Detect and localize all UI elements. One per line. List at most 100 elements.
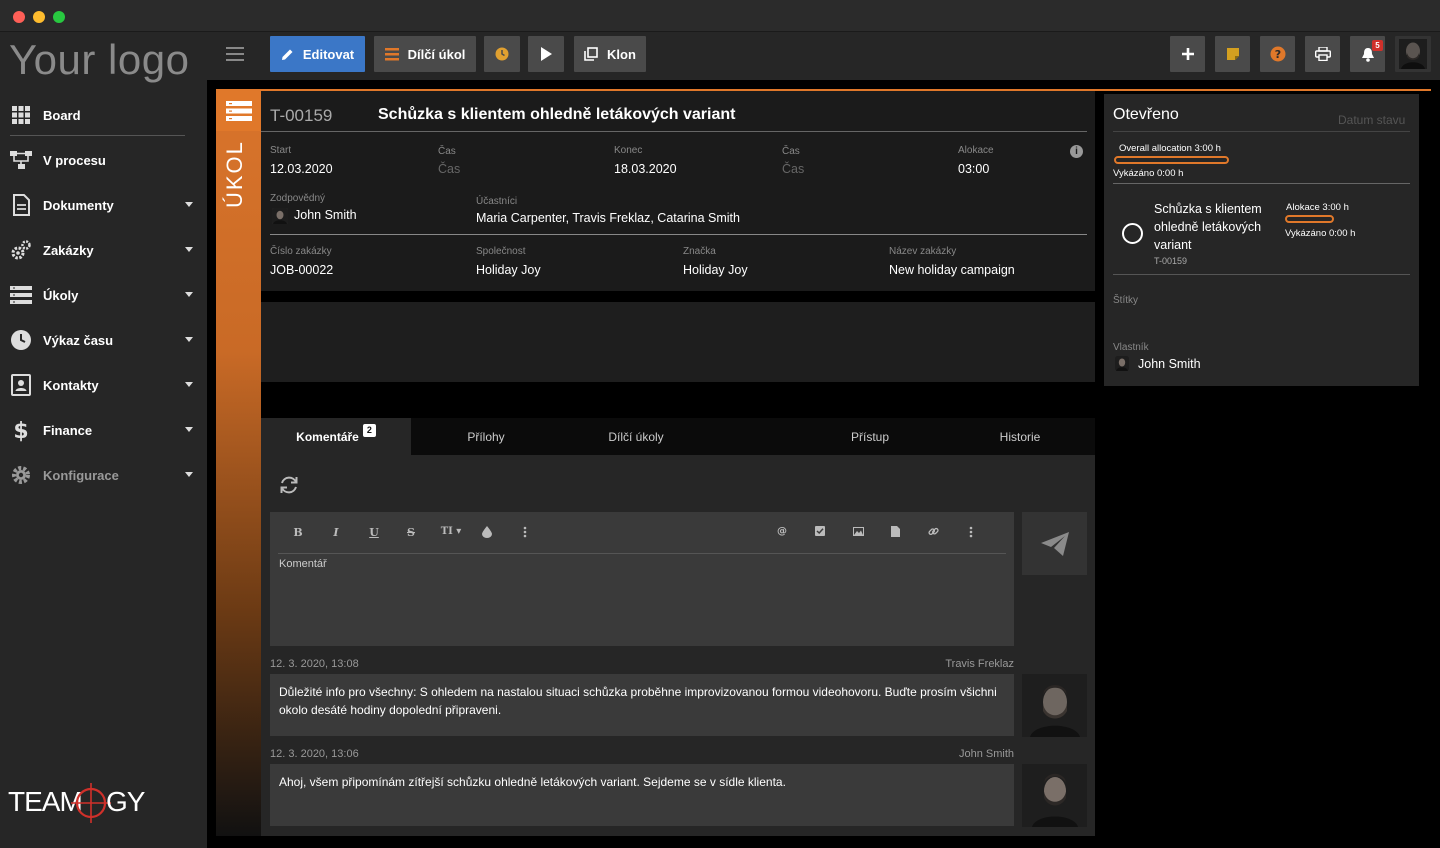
allocation-value[interactable]: 03:00 <box>958 162 989 176</box>
comment-input[interactable]: Komentář <box>279 558 327 570</box>
add-button[interactable] <box>1170 36 1205 72</box>
sidebar-item-tasks[interactable]: Úkoly <box>0 275 207 315</box>
printer-icon <box>1314 47 1331 61</box>
close-window-button[interactable] <box>13 11 25 23</box>
tab-history[interactable]: Historie <box>945 418 1095 455</box>
link-icon[interactable] <box>925 526 941 540</box>
info-icon[interactable]: i <box>1070 145 1083 158</box>
gear-icon <box>10 464 32 486</box>
participants-value[interactable]: Maria Carpenter, Travis Freklaz, Catarin… <box>476 211 740 225</box>
description-panel[interactable] <box>261 302 1095 382</box>
tab-comments-label: Komentáře <box>296 429 359 444</box>
comment-body: Důležité info pro všechny: S ohledem na … <box>270 674 1014 736</box>
window-titlebar <box>0 0 1440 32</box>
mention-icon[interactable]: @ <box>774 526 790 540</box>
brand-value[interactable]: Holiday Joy <box>683 263 748 277</box>
owner-label: Vlastník <box>1113 342 1149 353</box>
checkbox-icon[interactable] <box>812 526 828 540</box>
image-icon[interactable] <box>850 526 866 540</box>
sidebar-item-board[interactable]: Board <box>0 95 207 135</box>
bold-icon[interactable]: B <box>290 526 306 540</box>
refresh-icon[interactable] <box>278 474 300 496</box>
end-date[interactable]: 18.03.2020 <box>614 162 677 176</box>
italic-icon[interactable]: I <box>328 526 344 540</box>
sidebar-item-timesheet[interactable]: Výkaz času <box>0 320 207 360</box>
avatar <box>272 208 288 224</box>
comments-count-badge: 2 <box>362 424 376 437</box>
pencil-icon <box>281 49 293 60</box>
sidebar-item-label: Zakázky <box>43 242 94 258</box>
comment-body: Ahoj, všem připomínám zítřejší schůzku o… <box>270 764 1014 826</box>
status-date-placeholder[interactable]: Datum stavu <box>1338 113 1405 127</box>
tab-comments[interactable]: Komentáře 2 <box>261 418 411 455</box>
clock-icon <box>495 47 509 61</box>
more-vertical-icon[interactable] <box>963 526 979 540</box>
tab-attachments[interactable]: Přílohy <box>411 418 561 455</box>
send-comment-button[interactable] <box>1022 512 1087 575</box>
svg-text:?: ? <box>1274 48 1280 61</box>
strikethrough-icon[interactable]: S <box>403 526 419 540</box>
divider <box>261 131 1087 132</box>
print-button[interactable] <box>1305 36 1340 72</box>
job-number-value[interactable]: JOB-00022 <box>270 263 333 277</box>
owner-value[interactable]: John Smith <box>1138 357 1201 371</box>
sidebar-item-label: V procesu <box>43 152 106 168</box>
chevron-down-icon <box>185 202 193 207</box>
tab-access[interactable]: Přístup <box>795 418 945 455</box>
responsible-person[interactable]: John Smith <box>294 208 357 222</box>
start-label: Start <box>270 145 292 156</box>
sidebar-item-jobs[interactable]: Zakázky <box>0 230 207 270</box>
notifications-button[interactable]: 5 <box>1350 36 1385 72</box>
plus-icon <box>1181 48 1194 60</box>
timer-button[interactable] <box>484 36 520 72</box>
company-value[interactable]: Holiday Joy <box>476 263 541 277</box>
edit-button[interactable]: Editovat <box>270 36 365 72</box>
sidebar-divider <box>10 135 185 136</box>
divider <box>278 553 1006 554</box>
contact-icon <box>10 374 32 396</box>
subtask-button-label: Dílčí úkol <box>407 46 466 62</box>
task-allocation-bar <box>1285 215 1334 223</box>
user-avatar-button[interactable] <box>1395 36 1431 72</box>
sidebar-item-label: Kontakty <box>43 377 99 393</box>
teamogy-logo: TEAM GY <box>8 777 148 829</box>
maximize-window-button[interactable] <box>53 11 65 23</box>
sidebar-item-configuration[interactable]: Konfigurace <box>0 455 207 495</box>
start-time[interactable]: Čas <box>438 162 460 176</box>
overall-allocation-bar <box>1114 156 1229 164</box>
responsible-label: Zodpovědný <box>270 193 326 204</box>
tab-subtasks[interactable]: Dílčí úkoly <box>561 418 711 455</box>
start-time-label: Čas <box>438 146 456 157</box>
task-type-label: ÚKOL <box>222 140 247 208</box>
company-label: Společnost <box>476 246 526 257</box>
allocation-label: Alokace <box>958 145 994 156</box>
sidebar-item-label: Dokumenty <box>43 197 114 213</box>
reported-text: Vykázáno 0:00 h <box>1113 168 1184 179</box>
clone-button[interactable]: Klon <box>574 36 646 72</box>
sidebar-item-documents[interactable]: Dokumenty <box>0 185 207 225</box>
participants-label: Účastníci <box>476 196 518 207</box>
play-button[interactable] <box>528 36 564 72</box>
end-time[interactable]: Čas <box>782 162 804 176</box>
text-size-icon[interactable]: TI ▾ <box>438 526 464 540</box>
menu-toggle-icon[interactable] <box>226 47 244 61</box>
more-vertical-icon[interactable] <box>517 526 533 540</box>
note-button[interactable] <box>1215 36 1250 72</box>
status-value[interactable]: Otevřeno <box>1113 106 1179 124</box>
subtask-button[interactable]: Dílčí úkol <box>374 36 476 72</box>
sidebar-item-contacts[interactable]: Kontakty <box>0 365 207 405</box>
job-name-value[interactable]: New holiday campaign <box>889 263 1015 277</box>
sidebar-item-in-progress[interactable]: V procesu <box>0 140 207 180</box>
chevron-down-icon <box>185 292 193 297</box>
minimize-window-button[interactable] <box>33 11 45 23</box>
sidebar-item-finance[interactable]: $ Finance <box>0 410 207 450</box>
underline-icon[interactable]: U <box>366 526 382 540</box>
comment-author: John Smith <box>958 748 1014 760</box>
avatar <box>1022 674 1087 737</box>
start-date[interactable]: 12.03.2020 <box>270 162 333 176</box>
help-button[interactable]: ? <box>1260 36 1295 72</box>
help-icon: ? <box>1270 46 1285 62</box>
subtask-title[interactable]: Schůzka s klientem ohledně letákových va… <box>1154 200 1276 254</box>
file-icon[interactable] <box>887 526 903 540</box>
color-drop-icon[interactable] <box>479 526 495 540</box>
